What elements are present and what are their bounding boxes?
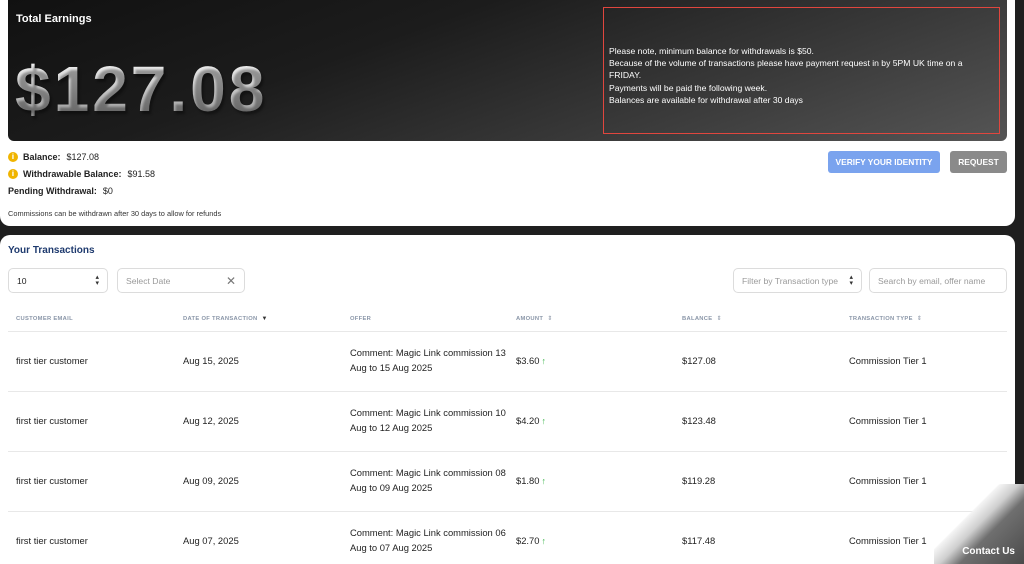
sort-icon[interactable]: ⇕ xyxy=(917,316,922,322)
cell-amount: $1.80 ↑ xyxy=(508,451,674,512)
notice-line: Because of the volume of transactions pl… xyxy=(609,58,963,81)
cell-offer: Comment: Magic Link commission 06 Aug to… xyxy=(342,511,508,564)
withdrawable-label: Withdrawable Balance: xyxy=(23,169,122,179)
contact-us-link[interactable]: Contact Us xyxy=(962,546,1015,557)
cell-email: first tier customer xyxy=(8,391,175,452)
table-header-row: CUSTOMER EMAIL DATE OF TRANSACTION ▼ OFFE… xyxy=(8,307,1007,332)
column-header-date[interactable]: DATE OF TRANSACTION ▼ xyxy=(175,307,342,332)
column-header-email[interactable]: CUSTOMER EMAIL xyxy=(8,307,175,332)
transactions-title: Your Transactions xyxy=(8,245,95,256)
cell-date: Aug 12, 2025 xyxy=(175,391,342,452)
table-row: first tier customer Aug 12, 2025 Comment… xyxy=(8,391,1007,452)
column-header-balance[interactable]: BALANCE ⇕ xyxy=(674,307,841,332)
balance-value: $127.08 xyxy=(66,152,100,162)
search-input[interactable]: Search by email, offer name xyxy=(869,268,1007,293)
cell-amount: $3.60 ↑ xyxy=(508,331,674,392)
verify-identity-button[interactable]: VERIFY YOUR IDENTITY xyxy=(828,151,940,173)
cell-offer: Comment: Magic Link commission 08 Aug to… xyxy=(342,451,508,512)
withdrawable-row: i Withdrawable Balance: $91.58 xyxy=(8,169,155,179)
request-button[interactable]: REQUEST xyxy=(950,151,1007,173)
total-earnings-amount: $127.08 xyxy=(15,53,268,125)
cell-type: Commission Tier 1 xyxy=(841,331,1007,392)
cell-balance: $119.28 xyxy=(674,451,841,512)
withdrawable-value: $91.58 xyxy=(127,169,155,179)
notice-line: Please note, minimum balance for withdra… xyxy=(609,46,814,56)
cell-balance: $127.08 xyxy=(674,331,841,392)
cell-balance: $117.48 xyxy=(674,511,841,564)
withdrawal-notice: Please note, minimum balance for withdra… xyxy=(603,7,1000,134)
updown-chevron-icon: ▴ ▾ xyxy=(849,273,853,287)
earnings-title: Total Earnings xyxy=(16,13,92,25)
cell-email: first tier customer xyxy=(8,451,175,512)
column-header-type[interactable]: TRANSACTION TYPE ⇕ xyxy=(841,307,1007,332)
transactions-table: CUSTOMER EMAIL DATE OF TRANSACTION ▼ OFFE… xyxy=(8,307,1007,564)
page: Total Earnings $127.08 Please note, mini… xyxy=(0,0,1024,564)
pending-label: Pending Withdrawal: xyxy=(8,186,97,196)
transactions-card: Your Transactions 10 ▴ ▾ Select Date ✕ Fi… xyxy=(0,235,1015,564)
table-row: first tier customer Aug 09, 2025 Comment… xyxy=(8,451,1007,512)
balance-label: Balance: xyxy=(23,152,61,162)
clear-icon[interactable]: ✕ xyxy=(226,274,236,288)
table-row: first tier customer Aug 15, 2025 Comment… xyxy=(8,331,1007,392)
cell-offer: Comment: Magic Link commission 13 Aug to… xyxy=(342,331,508,392)
transaction-type-select[interactable]: Filter by Transaction type ▴ ▾ xyxy=(733,268,862,293)
page-size-select[interactable]: 10 ▴ ▾ xyxy=(8,268,108,293)
arrow-up-icon: ↑ xyxy=(541,415,546,426)
page-size-value: 10 xyxy=(17,275,27,286)
cell-email: first tier customer xyxy=(8,511,175,564)
cell-type: Commission Tier 1 xyxy=(841,391,1007,452)
cell-balance: $123.48 xyxy=(674,391,841,452)
column-header-offer[interactable]: OFFER xyxy=(342,307,508,332)
info-icon[interactable]: i xyxy=(8,152,18,162)
date-placeholder: Select Date xyxy=(126,275,171,286)
cell-date: Aug 09, 2025 xyxy=(175,451,342,512)
search-placeholder: Search by email, offer name xyxy=(878,275,986,286)
sort-icon[interactable]: ⇕ xyxy=(547,316,552,322)
column-header-amount[interactable]: AMOUNT ⇕ xyxy=(508,307,674,332)
arrow-up-icon: ↑ xyxy=(541,355,546,366)
commission-note: Commissions can be withdrawn after 30 da… xyxy=(8,209,222,218)
arrow-up-icon: ↑ xyxy=(541,475,546,486)
cell-date: Aug 07, 2025 xyxy=(175,511,342,564)
notice-line: Payments will be paid the following week… xyxy=(609,82,768,93)
pending-row: Pending Withdrawal: $0 xyxy=(8,186,113,196)
balance-row: i Balance: $127.08 xyxy=(8,152,99,162)
info-icon[interactable]: i xyxy=(8,169,18,179)
type-placeholder: Filter by Transaction type xyxy=(742,275,839,286)
notice-line: Balances are available for withdrawal af… xyxy=(609,94,803,105)
arrow-up-icon: ↑ xyxy=(541,535,546,546)
cell-amount: $4.20 ↑ xyxy=(508,391,674,452)
cell-email: first tier customer xyxy=(8,331,175,392)
pending-value: $0 xyxy=(102,186,113,196)
sort-icon[interactable]: ⇕ xyxy=(716,316,721,322)
cell-offer: Comment: Magic Link commission 10 Aug to… xyxy=(342,391,508,452)
earnings-banner: Total Earnings $127.08 Please note, mini… xyxy=(8,0,1007,141)
date-picker-input[interactable]: Select Date ✕ xyxy=(117,268,245,293)
earnings-card: Total Earnings $127.08 Please note, mini… xyxy=(0,0,1015,226)
updown-chevron-icon: ▴ ▾ xyxy=(95,273,99,287)
sort-desc-icon[interactable]: ▼ xyxy=(262,316,268,322)
cell-date: Aug 15, 2025 xyxy=(175,331,342,392)
table-row: first tier customer Aug 07, 2025 Comment… xyxy=(8,511,1007,564)
cell-amount: $2.70 ↑ xyxy=(508,511,674,564)
